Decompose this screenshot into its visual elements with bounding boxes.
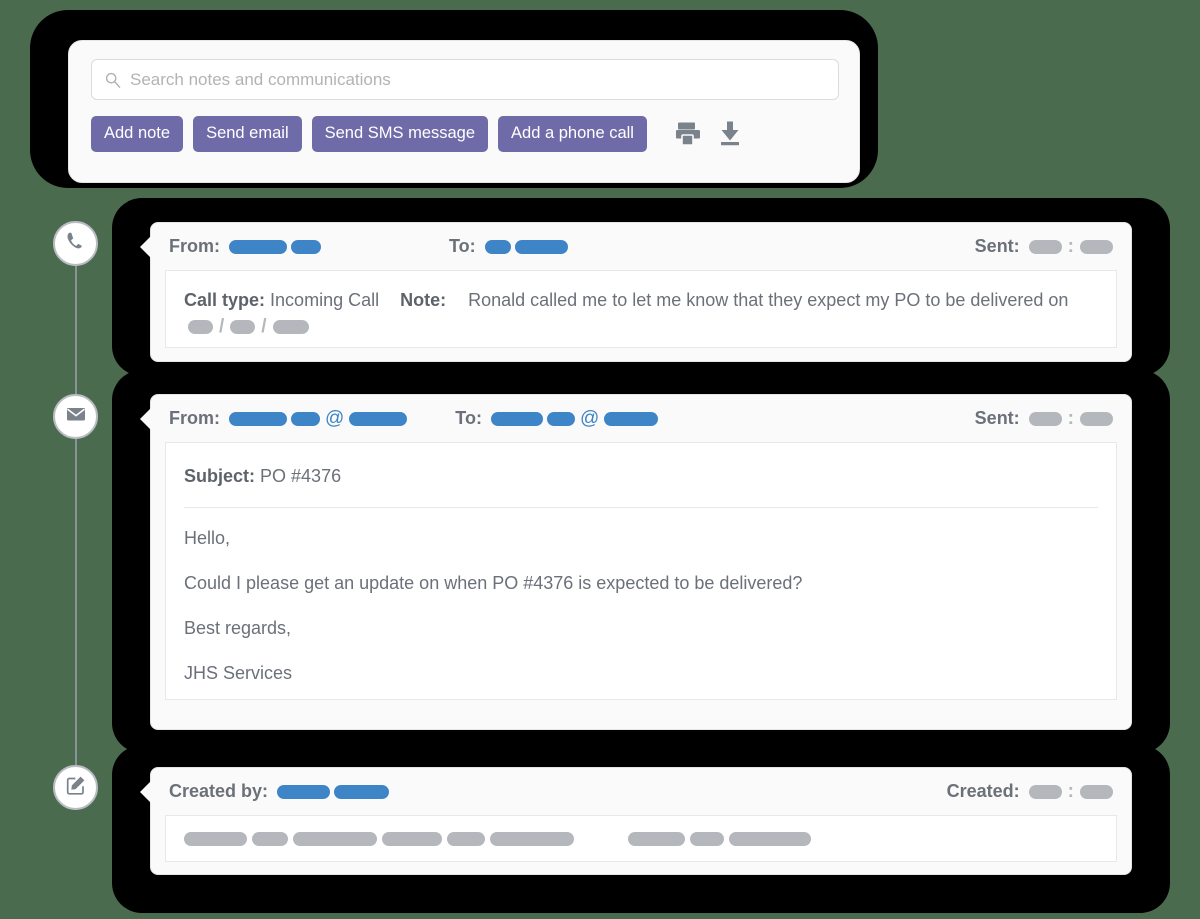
call-type-value: Incoming Call [270,290,380,310]
note-card-body [165,815,1117,862]
to-field: To: [449,236,568,257]
phone-call-card-body: Call type: Incoming Call Note: Ronald cal… [165,270,1117,348]
from-field: From: [169,236,321,257]
phone-icon [65,230,87,257]
from-value-redacted [229,239,321,254]
email-paragraph: JHS Services [184,662,293,683]
sent-field: Sent: : [975,408,1113,429]
search-icon [104,71,122,89]
note-card: Created by: Created: : [140,767,1132,875]
note-date-redacted: / / [188,317,309,336]
sent-value-redacted: : [1028,237,1113,256]
note-label: Note: [400,290,447,310]
edit-note-icon [65,774,87,801]
email-card: From: @ To: @ Sent:: Subject: PO #4376 … [140,394,1132,730]
email-card-header: From: @ To: @ Sent:: [151,395,1131,442]
communications-toolbar: Add note Send email Send SMS message Add… [68,40,860,183]
sent-label: Sent: [974,236,1020,256]
from-label: From: [169,236,220,256]
from-value-redacted: @ [229,408,408,429]
subject-value: PO #4376 [260,466,342,486]
envelope-icon [65,403,87,430]
sent-field: Sent: : [975,236,1113,257]
send-sms-button[interactable]: Send SMS message [311,116,489,152]
toolbar-icon-group [675,120,743,147]
to-label: To: [455,408,482,428]
created-field: Created: : [947,781,1113,802]
note-value: Ronald called me to let me know that the… [468,290,966,310]
created-value-redacted: : [1028,782,1113,801]
send-email-button[interactable]: Send email [193,116,302,152]
add-phone-call-button[interactable]: Add a phone call [498,116,647,152]
created-label: Created: [946,781,1020,801]
created-by-value-redacted [277,784,390,799]
print-icon[interactable] [675,120,701,147]
email-card-body: Subject: PO #4376 Hello, Could I please … [165,442,1117,700]
to-field: To: @ [455,408,659,429]
timeline-node-phone-call[interactable] [53,221,98,266]
sent-value-redacted: : [1028,409,1113,428]
timeline-node-email[interactable] [53,394,98,439]
note-card-header: Created by: Created: : [151,768,1131,815]
from-field: From: @ [169,408,408,429]
search-field[interactable] [91,59,839,100]
search-input[interactable] [130,69,838,90]
note-value-line2: delivered on [970,290,1069,310]
email-paragraph: Best regards, [184,617,292,638]
to-label: To: [449,236,476,256]
timeline-connector [75,262,77,767]
to-value-redacted [484,239,568,254]
at-symbol: @ [579,408,600,429]
email-paragraph: Could I please get an update on when PO … [184,572,803,593]
call-type-label: Call type: [184,290,266,310]
at-symbol: @ [325,408,345,429]
add-note-button[interactable]: Add note [91,116,184,152]
sent-label: Sent: [974,408,1020,428]
toolbar-actions: Add note Send email Send SMS message Add… [91,116,837,152]
created-by-field: Created by: [169,781,390,802]
download-icon[interactable] [717,120,743,147]
note-content-redacted [184,831,811,846]
timeline-node-note[interactable] [53,765,98,810]
email-divider [184,506,1098,508]
from-label: From: [169,408,220,428]
email-subject: Subject: PO #4376 [184,463,1098,507]
app-canvas: Add note Send email Send SMS message Add… [0,0,1200,919]
to-value-redacted: @ [490,408,659,429]
created-by-label: Created by: [169,781,269,801]
phone-call-card: From: To: Sent: : Call type: Incoming Ca… [140,222,1132,362]
phone-call-card-header: From: To: Sent: : [151,223,1131,270]
email-paragraph: Hello, [184,527,231,548]
subject-label: Subject: [184,466,256,486]
